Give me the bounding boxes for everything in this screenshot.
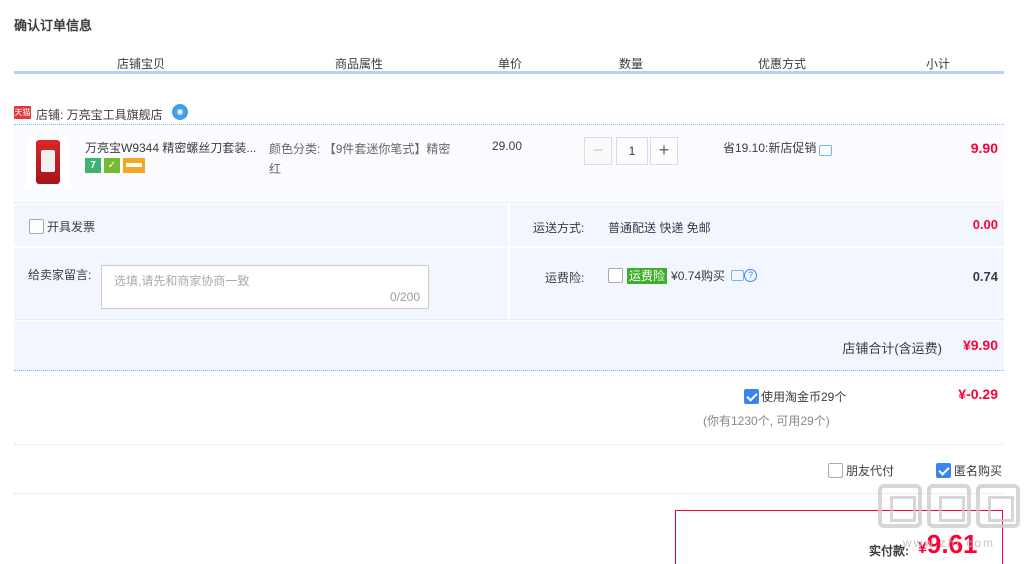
watermark-glyph-icon: [976, 484, 1020, 528]
watermark-text: www.zhi.com: [902, 536, 995, 550]
insurance-tag: 运费险: [627, 267, 668, 284]
friend-pay-box[interactable]: [828, 463, 843, 478]
shipping-fee: 0.00: [972, 217, 998, 232]
use-coins-checkbox[interactable]: 使用淘金币29个: [744, 388, 846, 405]
invoice-checkbox-box[interactable]: [29, 219, 44, 234]
item-subtotal: 9.90: [970, 140, 998, 156]
shop-row: 天猫 店铺: 万亮宝工具旗舰店 ◉: [14, 101, 1004, 125]
order-extras: 开具发票 给卖家留言: 选填,请先和商家协商一致 0/200 运送方式: 普通配…: [14, 204, 1004, 320]
qty-input[interactable]: 1: [616, 137, 648, 165]
insurance-price: ¥0.74购买: [671, 269, 726, 283]
qty-decrease-button[interactable]: −: [584, 137, 612, 165]
coins-label: 使用淘金币29个: [761, 390, 847, 404]
site-watermark: www.zhi.com: [876, 484, 1022, 562]
watermark-glyph-icon: [927, 484, 971, 528]
tmall-icon: 天猫: [14, 106, 31, 119]
coins-checkbox-box[interactable]: [744, 389, 759, 404]
friend-pay-label: 朋友代付: [846, 464, 895, 478]
shipping-method: 普通配送 快递 免邮: [608, 221, 711, 235]
promo-text: 省19.10:新店促销: [723, 141, 817, 155]
shop-total-label: 店铺合计(含运费): [842, 341, 942, 356]
anonymous-box[interactable]: [936, 463, 951, 478]
service-icons: 7 ✓: [85, 158, 148, 174]
col-qty: 数量: [618, 57, 643, 71]
message-placeholder: 选填,请先和商家协商一致: [114, 274, 250, 288]
unit-price: 29.00: [492, 139, 523, 153]
7-day-return-icon[interactable]: 7: [85, 158, 101, 173]
product-attributes: 颜色分类: 【9件套迷你笔式】精密红: [269, 139, 454, 179]
shop-total-row: 店铺合计(含运费) ¥9.90: [14, 321, 1004, 371]
insurance-control: 运费险 ¥0.74购买?: [608, 267, 758, 284]
shop-total-value: ¥9.90: [962, 337, 998, 353]
column-header: 店铺宝贝 商品属性 单价 数量 优惠方式 小计: [14, 54, 1004, 74]
message-char-count: 0/200: [389, 290, 420, 304]
attr-label: 颜色分类:: [269, 142, 321, 156]
coins-discount: ¥-0.29: [958, 386, 998, 402]
watermark-glyph-icon: [878, 484, 922, 528]
help-icon[interactable]: ?: [744, 269, 758, 282]
insurance-fee: 0.74: [972, 269, 998, 284]
wangwang-chat-icon[interactable]: ◉: [172, 104, 188, 120]
message-label: 给卖家留言:: [28, 268, 92, 282]
shipping-label: 运送方式:: [533, 221, 585, 235]
order-item: 万亮宝W9344 精密螺丝刀套装... 7 ✓ 颜色分类: 【9件套迷你笔式】精密…: [14, 127, 1004, 203]
invoice-label: 开具发票: [47, 220, 96, 234]
col-attr: 商品属性: [334, 57, 383, 71]
product-thumbnail[interactable]: [26, 137, 70, 187]
insurance-label: 运费险:: [545, 271, 585, 285]
promo-comment-icon[interactable]: [819, 145, 833, 157]
col-subtotal: 小计: [925, 57, 950, 71]
credit-card-icon[interactable]: [123, 158, 145, 173]
seller-message-input[interactable]: 选填,请先和商家协商一致 0/200: [101, 265, 429, 309]
insurance-comment-icon[interactable]: [731, 270, 745, 281]
page-title: 确认订单信息: [14, 18, 93, 33]
promotion: 省19.10:新店促销: [723, 139, 833, 157]
coins-hint: (你有1230个, 可用29个): [703, 414, 830, 428]
anonymous-label: 匿名购买: [954, 464, 1003, 478]
guarantee-icon[interactable]: ✓: [104, 158, 120, 173]
col-item: 店铺宝贝: [116, 57, 165, 71]
qty-increase-button[interactable]: +: [650, 137, 678, 165]
insurance-checkbox[interactable]: [608, 268, 623, 283]
col-price: 单价: [497, 57, 522, 71]
order-options: 朋友代付 匿名购买: [14, 446, 1004, 494]
anonymous-buy-checkbox[interactable]: 匿名购买: [936, 462, 1002, 479]
coin-row: 使用淘金币29个 ¥-0.29 (你有1230个, 可用29个): [14, 372, 1004, 445]
shop-name-link[interactable]: 店铺: 万亮宝工具旗舰店: [36, 106, 163, 123]
friend-pay-checkbox[interactable]: 朋友代付: [828, 462, 894, 479]
invoice-checkbox[interactable]: 开具发票: [29, 218, 95, 235]
product-title-link[interactable]: 万亮宝W9344 精密螺丝刀套装...: [85, 139, 265, 156]
col-promo: 优惠方式: [757, 57, 806, 71]
